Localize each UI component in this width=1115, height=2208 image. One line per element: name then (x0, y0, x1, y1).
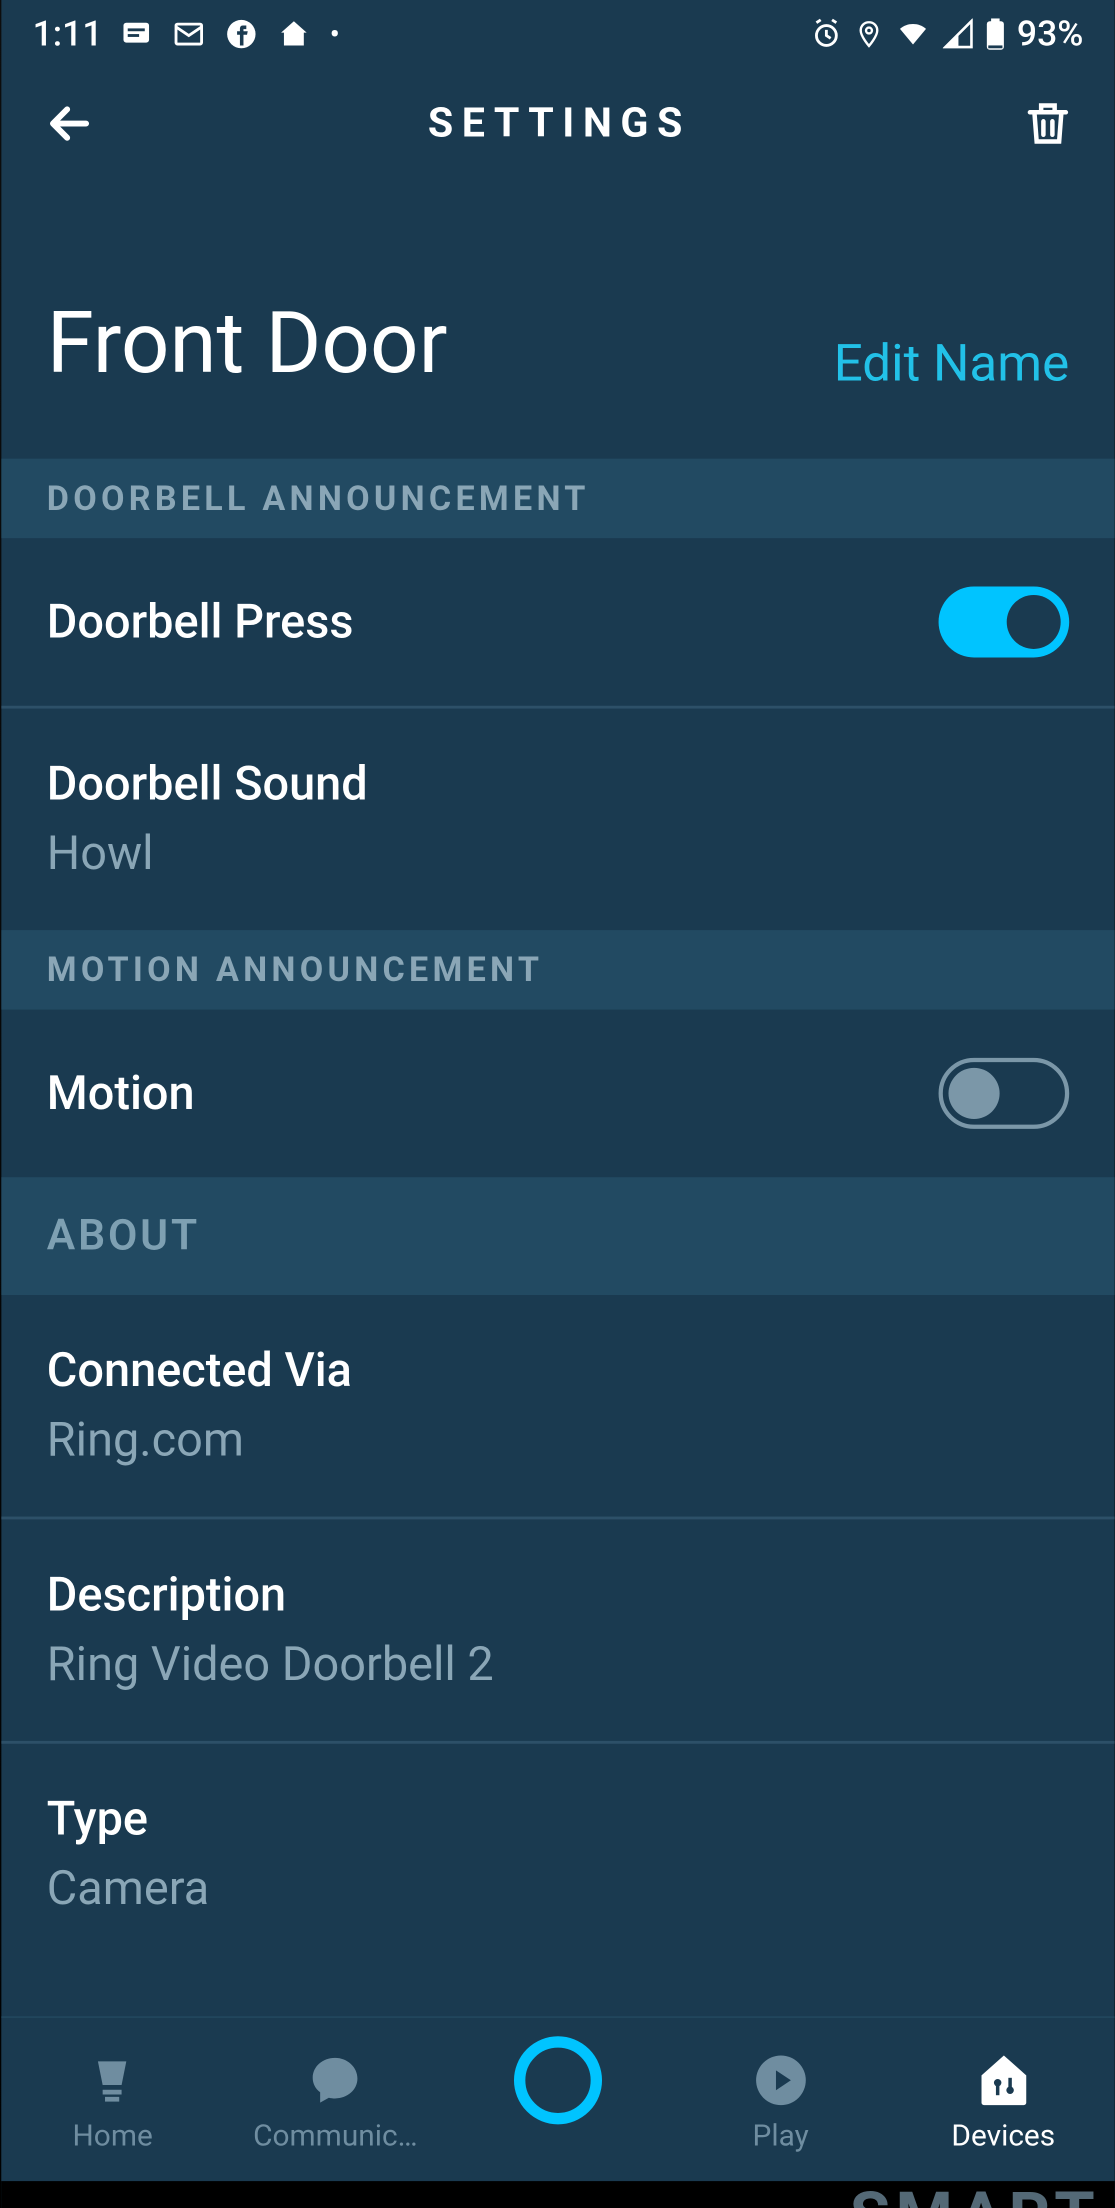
description-value: Ring Video Doorbell 2 (46, 1637, 1068, 1692)
communicate-tab-icon (305, 2046, 365, 2114)
tab-devices-label: Devices (951, 2119, 1055, 2153)
tab-alexa[interactable] (458, 2046, 657, 2154)
facebook-icon (224, 17, 258, 51)
tab-communicate-label: Communic… (253, 2119, 417, 2153)
app-header: SETTINGS (1, 68, 1114, 179)
battery-percent: 93% (1016, 13, 1082, 54)
status-time: 1:11 (32, 13, 102, 54)
home-icon (275, 17, 312, 51)
wifi-icon (894, 18, 931, 49)
play-tab-icon (750, 2046, 810, 2114)
section-doorbell-announcement: DOORBELL ANNOUNCEMENT (1, 459, 1114, 539)
doorbell-press-toggle[interactable] (938, 586, 1069, 657)
alexa-tab-icon (513, 2046, 601, 2114)
more-notifications-icon: • (329, 20, 339, 48)
messages-icon (119, 17, 153, 51)
tab-home-label: Home (72, 2119, 152, 2153)
motion-toggle[interactable] (938, 1058, 1069, 1129)
tab-play[interactable]: Play (681, 2046, 880, 2154)
status-bar: 1:11 • (1, 0, 1114, 68)
type-label: Type (46, 1792, 1068, 1847)
alarm-icon (809, 17, 843, 51)
doorbell-sound-label: Doorbell Sound (46, 757, 1068, 812)
app-screen: 1:11 • (1, 0, 1114, 2208)
connected-via-value: Ring.com (46, 1413, 1068, 1468)
edit-name-button[interactable]: Edit Name (833, 334, 1068, 394)
devices-tab-icon (973, 2046, 1033, 2114)
row-doorbell-sound[interactable]: Doorbell Sound Howl (1, 709, 1114, 931)
doorbell-sound-value: Howl (46, 826, 1068, 881)
back-button[interactable] (41, 95, 98, 152)
section-motion-announcement: MOTION ANNOUNCEMENT (1, 930, 1114, 1010)
tab-communicate[interactable]: Communic… (235, 2046, 434, 2154)
row-type[interactable]: Type Camera (1, 1744, 1114, 1931)
row-motion[interactable]: Motion (1, 1010, 1114, 1178)
location-icon (855, 17, 883, 51)
row-doorbell-press[interactable]: Doorbell Press (1, 538, 1114, 708)
tab-play-label: Play (752, 2119, 808, 2153)
connected-via-label: Connected Via (46, 1343, 1068, 1398)
doorbell-press-label: Doorbell Press (46, 594, 938, 649)
android-nav-bar: ‹ (1, 2181, 1114, 2208)
battery-icon (985, 17, 1005, 51)
cell-signal-icon (943, 18, 974, 49)
row-description[interactable]: Description Ring Video Doorbell 2 (1, 1519, 1114, 1743)
row-connected-via[interactable]: Connected Via Ring.com (1, 1295, 1114, 1519)
motion-label: Motion (46, 1066, 938, 1121)
bottom-tab-bar: Home Communic… Play Devices (1, 2016, 1114, 2181)
description-label: Description (46, 1568, 1068, 1623)
header-title: SETTINGS (97, 99, 1020, 147)
gmail-icon (170, 17, 207, 51)
device-name: Front Door (46, 293, 447, 394)
tab-devices[interactable]: Devices (903, 2046, 1102, 2154)
type-value: Camera (46, 1862, 1068, 1917)
device-name-row: Front Door Edit Name (1, 179, 1114, 459)
tab-home[interactable]: Home (13, 2046, 212, 2154)
section-about: ABOUT (1, 1177, 1114, 1295)
home-tab-icon (84, 2046, 141, 2114)
delete-button[interactable] (1020, 95, 1074, 152)
